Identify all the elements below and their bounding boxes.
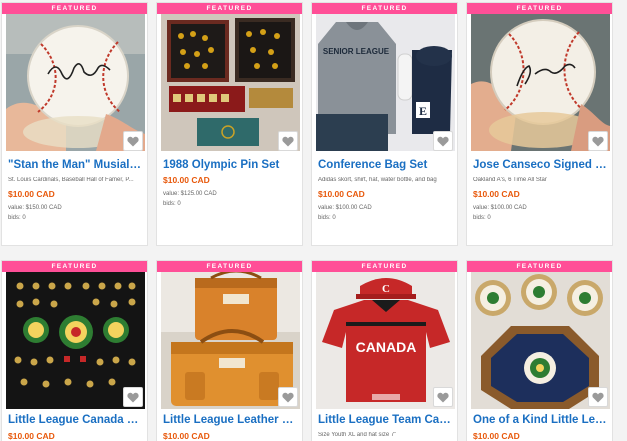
listing-title[interactable]: One of a Kind Little Leag... <box>473 414 608 426</box>
favorite-button[interactable] <box>433 387 453 407</box>
listing-price: $10.00 CAD <box>163 175 210 185</box>
featured-badge: FEATURED <box>467 3 612 14</box>
featured-badge: FEATURED <box>312 261 457 272</box>
heart-icon <box>282 136 294 146</box>
favorite-button[interactable] <box>123 131 143 151</box>
hoodie-text: SENIOR LEAGUE <box>323 47 390 56</box>
listing-price: $10.00 CAD <box>163 431 210 441</box>
listing-title[interactable]: Jose Canseco Signed Base... <box>473 159 608 171</box>
bag-letter: E <box>419 104 427 118</box>
listing-bids: bids: 0 <box>8 215 26 221</box>
heart-icon <box>592 392 604 402</box>
listing-price: $10.00 CAD <box>318 189 365 199</box>
listing-card[interactable]: FEATURED C CANADA Little League Team Can… <box>311 260 458 441</box>
favorite-button[interactable] <box>278 131 298 151</box>
listing-price: $10.00 CAD <box>8 189 55 199</box>
listing-price: $10.00 CAD <box>473 431 520 441</box>
listing-description: St. Louis Cardinals, Baseball Hall of Fa… <box>8 177 134 183</box>
listing-card[interactable]: FEATURED SENIOR LEAGUE E Conference Bag … <box>311 2 458 246</box>
heart-icon <box>282 392 294 402</box>
featured-badge: FEATURED <box>2 261 147 272</box>
listing-card[interactable]: FEATURED Jose Canseco Signed Base... Oak… <box>466 2 613 246</box>
listing-card[interactable]: FEATURED "Stan the Man" Musial Si... St.… <box>1 2 148 246</box>
favorite-button[interactable] <box>123 387 143 407</box>
favorite-button[interactable] <box>433 131 453 151</box>
listing-title[interactable]: Little League Team Cana... <box>318 414 453 426</box>
featured-badge: FEATURED <box>467 261 612 272</box>
listing-title[interactable]: Little League Leather Lug... <box>163 414 298 426</box>
listing-bids: bids: 0 <box>163 201 181 207</box>
featured-badge: FEATURED <box>312 3 457 14</box>
listing-value: value: $150.00 CAD <box>8 205 62 211</box>
listing-title[interactable]: "Stan the Man" Musial Si... <box>8 159 143 171</box>
featured-badge: FEATURED <box>157 261 302 272</box>
listing-description: Adidas skort, shirt, hat, water bottle, … <box>318 177 437 183</box>
cap-letter: C <box>382 283 390 295</box>
listing-card[interactable]: FEATURED One of a Kind Little Leag... $1… <box>466 260 613 441</box>
listing-price: $10.00 CAD <box>8 431 55 441</box>
jersey-text: CANADA <box>356 339 417 355</box>
listing-card[interactable]: FEATURED 1988 Olympic Pin Set $10.00 CAD… <box>156 2 303 246</box>
featured-badge: FEATURED <box>2 3 147 14</box>
listing-card[interactable]: FEATURED Little League Leather Lug... $1… <box>156 260 303 441</box>
listing-title[interactable]: Little League Canada Pin ... <box>8 414 143 426</box>
featured-badge: FEATURED <box>157 3 302 14</box>
listing-value: value: $100.00 CAD <box>318 205 372 211</box>
listing-title[interactable]: Conference Bag Set <box>318 159 453 171</box>
listing-value: value: $125.00 CAD <box>163 191 217 197</box>
listing-title[interactable]: 1988 Olympic Pin Set <box>163 159 298 171</box>
listing-grid: FEATURED "Stan the Man" Musial Si... St.… <box>0 0 627 441</box>
heart-icon <box>437 136 449 146</box>
listing-description: Size Youth XL and hat size 7" <box>318 432 397 438</box>
listing-card[interactable]: FEATURED Little League Canada Pin ... $1… <box>1 260 148 441</box>
listing-bids: bids: 0 <box>318 215 336 221</box>
listing-value: value: $100.00 CAD <box>473 205 527 211</box>
listing-price: $10.00 CAD <box>473 189 520 199</box>
heart-icon <box>127 136 139 146</box>
listing-description: Oakland A's, 6 Time All Star <box>473 177 547 183</box>
favorite-button[interactable] <box>588 387 608 407</box>
heart-icon <box>127 392 139 402</box>
listing-bids: bids: 0 <box>473 215 491 221</box>
favorite-button[interactable] <box>278 387 298 407</box>
heart-icon <box>437 392 449 402</box>
favorite-button[interactable] <box>588 131 608 151</box>
heart-icon <box>592 136 604 146</box>
